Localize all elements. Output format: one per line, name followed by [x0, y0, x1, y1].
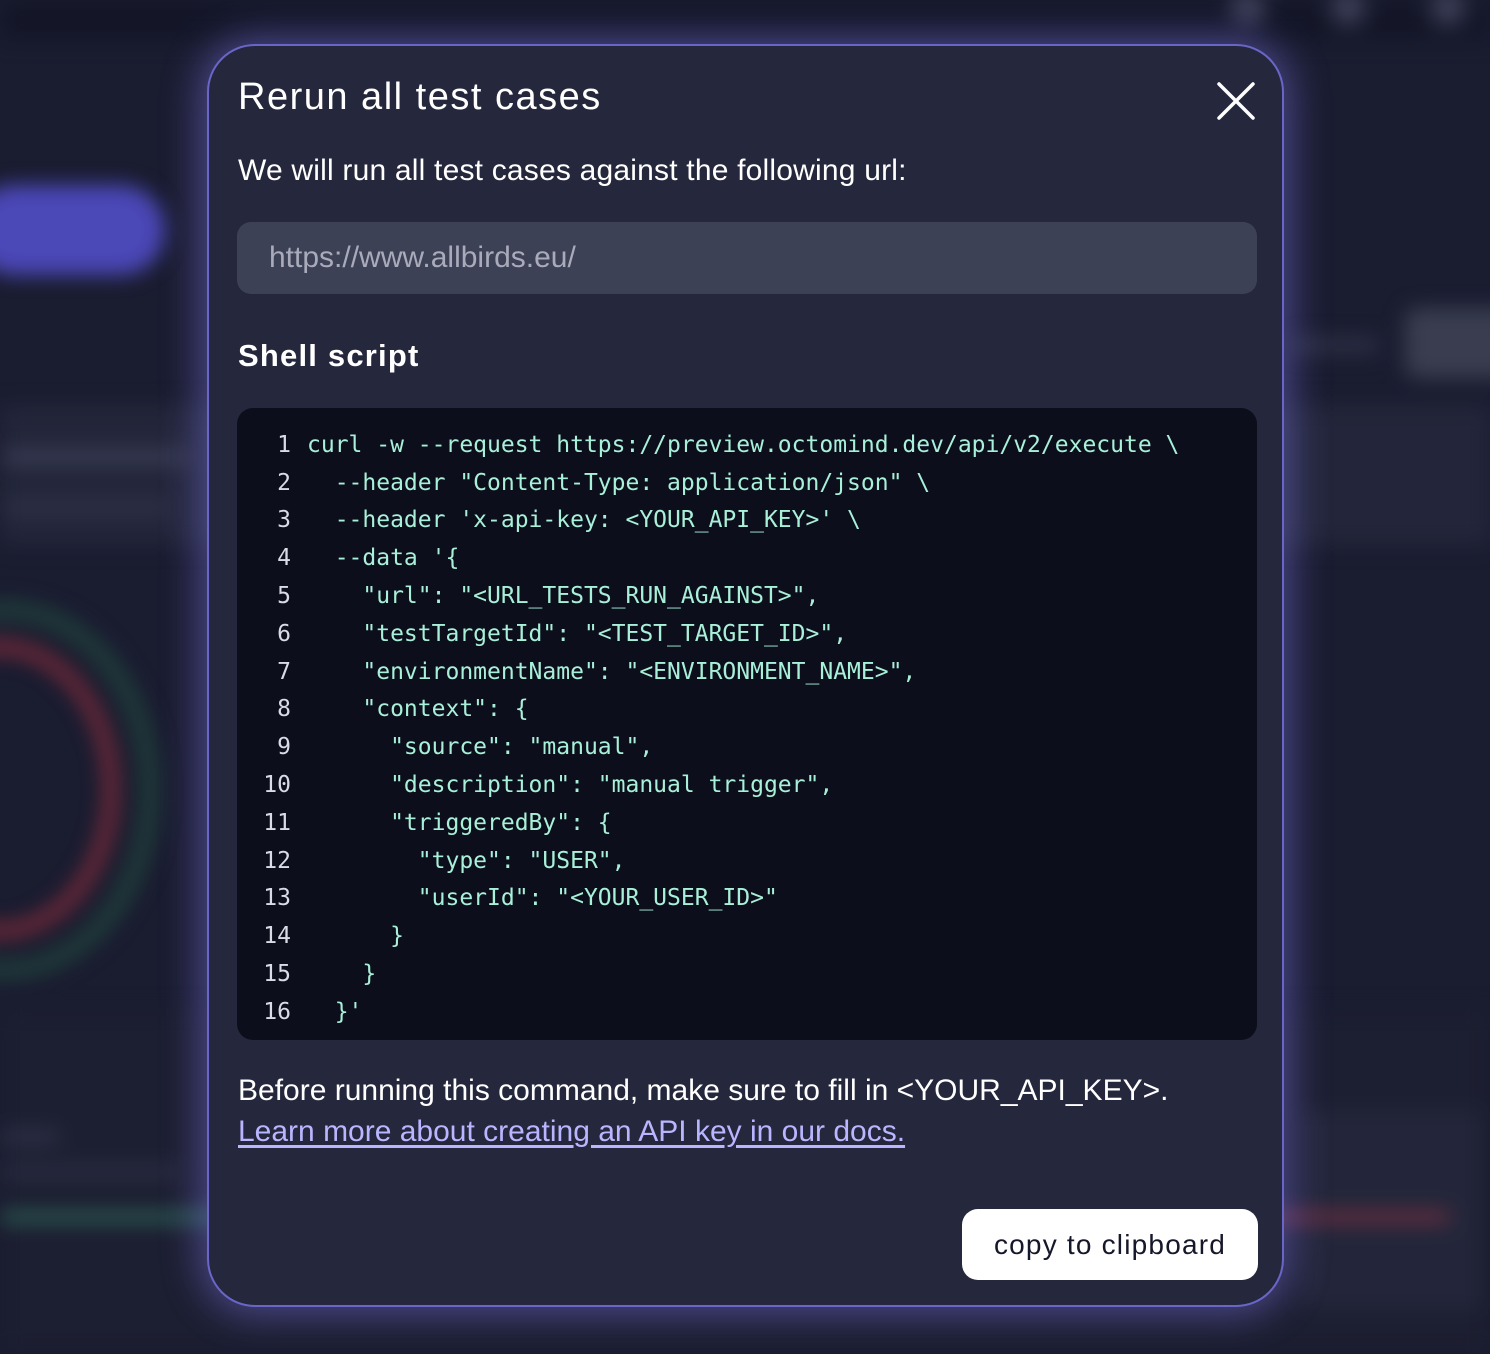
background-primary-button [0, 185, 165, 275]
code-line-number: 11 [263, 809, 291, 836]
code-line-text: "context": { [307, 696, 529, 723]
code-line-number: 8 [277, 696, 291, 723]
code-line-number: 2 [277, 469, 291, 496]
code-line: 7 "environmentName": "<ENVIRONMENT_NAME>… [237, 653, 1257, 691]
close-icon [1217, 82, 1255, 120]
api-key-docs-link[interactable]: Learn more about creating an API key in … [238, 1115, 905, 1148]
code-line: 14 } [237, 917, 1257, 955]
code-line-number: 5 [277, 583, 291, 610]
code-line: 13 "userId": "<YOUR_USER_ID>" [237, 880, 1257, 918]
code-line: 15 } [237, 955, 1257, 993]
code-line-number: 4 [277, 545, 291, 572]
rerun-modal: Rerun all test cases We will run all tes… [207, 44, 1284, 1307]
code-line: 4 --data '{ [237, 539, 1257, 577]
code-line-text: "type": "USER", [307, 847, 626, 874]
code-line: 12 "type": "USER", [237, 842, 1257, 880]
code-line-text: "testTargetId": "<TEST_TARGET_ID>", [307, 620, 848, 647]
background-progress-bar [0, 1212, 220, 1222]
modal-title: Rerun all test cases [238, 76, 602, 118]
code-line: 6 "testTargetId": "<TEST_TARGET_ID>", [237, 615, 1257, 653]
shell-script-heading: Shell script [238, 338, 420, 373]
code-line-text: "url": "<URL_TESTS_RUN_AGAINST>", [307, 583, 820, 610]
code-line-text: "triggeredBy": { [307, 809, 612, 836]
background-text-line [0, 1130, 60, 1144]
code-line-text: "userId": "<YOUR_USER_ID>" [307, 885, 778, 912]
code-line-number: 12 [263, 847, 291, 874]
close-button[interactable] [1211, 76, 1261, 126]
background-right-button [1405, 308, 1490, 378]
code-line: 16 }' [237, 993, 1257, 1031]
code-line: 5 "url": "<URL_TESTS_RUN_AGAINST>", [237, 577, 1257, 615]
code-line: 10 "description": "manual trigger", [237, 766, 1257, 804]
modal-subtitle: We will run all test cases against the f… [238, 154, 907, 187]
code-line-number: 9 [277, 734, 291, 761]
code-line-number: 10 [263, 772, 291, 799]
code-line: 2 --header "Content-Type: application/js… [237, 464, 1257, 502]
code-line-number: 16 [263, 998, 291, 1025]
code-line-text: --data '{ [307, 545, 460, 572]
code-line-number: 1 [277, 431, 291, 458]
code-line: 8 "context": { [237, 691, 1257, 729]
code-line-text: "description": "manual trigger", [307, 772, 834, 799]
code-line: 3 --header 'x-api-key: <YOUR_API_KEY>' \ [237, 502, 1257, 540]
code-line-text: } [307, 923, 404, 950]
code-line: 9 "source": "manual", [237, 728, 1257, 766]
background-text-line [0, 450, 190, 464]
api-key-note: Before running this command, make sure t… [238, 1070, 1268, 1152]
url-input[interactable] [237, 222, 1257, 294]
background-text-line [0, 1165, 180, 1179]
code-line-number: 7 [277, 658, 291, 685]
api-key-note-text: Before running this command, make sure t… [238, 1074, 1169, 1107]
code-line-number: 3 [277, 507, 291, 534]
code-line-text: curl -w --request https://preview.octomi… [307, 431, 1180, 458]
shell-script-code-block[interactable]: 1 curl -w --request https://preview.octom… [237, 408, 1257, 1040]
code-line-text: "source": "manual", [307, 734, 654, 761]
code-line: 11 "triggeredBy": { [237, 804, 1257, 842]
copy-to-clipboard-button[interactable]: copy to clipboard [962, 1209, 1258, 1280]
code-line-text: --header 'x-api-key: <YOUR_API_KEY>' \ [307, 507, 861, 534]
code-line-number: 6 [277, 620, 291, 647]
background-topbar [0, 0, 1490, 40]
code-line-text: --header "Content-Type: application/json… [307, 469, 931, 496]
background-text-line [1290, 338, 1380, 352]
code-line-text: }' [307, 998, 363, 1025]
code-line: 1 curl -w --request https://preview.octom… [237, 426, 1257, 464]
background-card [1300, 1110, 1480, 1310]
code-line-number: 15 [263, 961, 291, 988]
code-line-text: "environmentName": "<ENVIRONMENT_NAME>", [307, 658, 917, 685]
code-line-number: 13 [263, 885, 291, 912]
code-line-number: 14 [263, 923, 291, 950]
background-text-line [0, 500, 170, 514]
background-progress-bar [1270, 1212, 1450, 1222]
code-line-text: } [307, 961, 377, 988]
